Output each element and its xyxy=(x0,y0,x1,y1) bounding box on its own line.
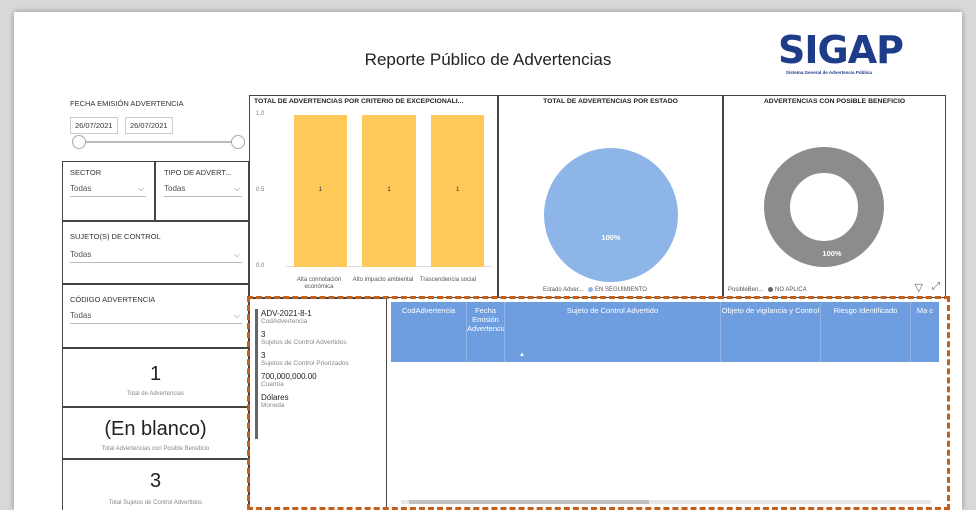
fecha-desde-input[interactable]: 26/07/2021 xyxy=(70,117,118,134)
legend-title: PosibleBen... xyxy=(728,287,764,294)
x-tick-label: Alta connotación económica xyxy=(296,277,342,290)
chart-title: TOTAL DE ADVERTENCIAS POR CRITERIO DE EX… xyxy=(254,98,464,105)
bar-data-label: 1 xyxy=(318,186,323,194)
x-tick-label: Alto impacto ambiental xyxy=(352,277,414,283)
highlight-frame xyxy=(247,296,950,510)
sujetos-label: SUJETO(S) DE CONTROL xyxy=(70,232,161,241)
report-canvas: Reporte Público de Advertencias SIGAP Si… xyxy=(14,12,962,510)
kpi-value: 3 xyxy=(149,470,162,492)
sujetos-value: Todas xyxy=(70,250,92,259)
pie-chart-estado[interactable]: TOTAL DE ADVERTENCIAS POR ESTADO 100% Es… xyxy=(498,95,723,298)
chart-title: ADVERTENCIAS CON POSIBLE BENEFICIO xyxy=(763,98,906,105)
kpi-label: Total Advertencias con Posible Beneficio xyxy=(101,446,210,452)
date-range-handle-end[interactable] xyxy=(231,135,245,149)
codigo-dropdown[interactable]: Todas ⌵ xyxy=(70,311,242,324)
bar-plot-area: 1 1 1 xyxy=(286,115,492,267)
fecha-label: FECHA EMISIÓN ADVERTENCIA xyxy=(70,99,184,108)
donut-legend: PosibleBen... NO APLICA xyxy=(728,287,807,293)
kpi-label: Total Sujetos de Control Advertidos xyxy=(108,500,203,506)
sector-value: Todas xyxy=(70,184,92,193)
sector-slicer: SECTOR Todas ⌵ xyxy=(62,161,155,221)
pie-svg: 100% xyxy=(544,148,678,282)
y-tick-label: 0.5 xyxy=(256,187,265,193)
legend-item[interactable]: EN SEGUIMIENTO xyxy=(595,287,647,293)
kpi-label: Total de Advertencias xyxy=(126,391,185,397)
sector-dropdown[interactable]: Todas ⌵ xyxy=(70,184,146,197)
codigo-slicer: CÓDIGO ADVERTENCIA Todas ⌵ xyxy=(62,284,249,348)
bar-data-label: 1 xyxy=(387,186,391,194)
date-range-handle-start[interactable] xyxy=(72,135,86,149)
kpi-posible-beneficio: (En blanco) Total Advertencias con Posib… xyxy=(62,407,249,459)
legend-dot xyxy=(588,287,594,292)
fecha-slicer: FECHA EMISIÓN ADVERTENCIA 26/07/2021 26/… xyxy=(62,95,249,161)
tipo-label: TIPO DE ADVERT... xyxy=(164,168,232,177)
kpi-value: 1 xyxy=(149,363,162,385)
pie-slice-en-seguimiento[interactable] xyxy=(544,148,678,282)
date-range-track xyxy=(78,141,239,143)
logo-text: SIGAP xyxy=(778,28,904,72)
sujetos-slicer: SUJETO(S) DE CONTROL Todas ⌵ xyxy=(62,221,249,284)
donut-chart-beneficio[interactable]: ADVERTENCIAS CON POSIBLE BENEFICIO 100% … xyxy=(723,95,946,298)
bar-chart-criterio[interactable]: TOTAL DE ADVERTENCIAS POR CRITERIO DE EX… xyxy=(249,95,498,298)
kpi-total-advertencias: 1 Total de Advertencias xyxy=(62,348,249,407)
y-tick-label: 0.0 xyxy=(256,263,265,269)
donut-slice-no-aplica[interactable] xyxy=(764,147,884,267)
chevron-down-icon: ⌵ xyxy=(137,184,144,193)
donut-data-label: 100% xyxy=(822,249,842,258)
chart-title: TOTAL DE ADVERTENCIAS POR ESTADO xyxy=(543,98,678,105)
sigap-logo: SIGAP Sistema General de Advertencia Púb… xyxy=(778,28,904,88)
focus-mode-icon[interactable]: ⤢ xyxy=(932,281,940,292)
pie-legend: Estado Adver... EN SEGUIMIENTO xyxy=(543,287,647,293)
sujetos-dropdown[interactable]: Todas ⌵ xyxy=(70,250,242,263)
fecha-hasta-input[interactable]: 26/07/2021 xyxy=(125,117,173,134)
y-tick-label: 1.0 xyxy=(256,111,265,117)
sector-label: SECTOR xyxy=(70,168,102,177)
pie-data-label: 100% xyxy=(601,233,621,242)
bar-data-label: 1 xyxy=(455,186,460,194)
tipo-slicer: TIPO DE ADVERT... Todas ⌵ xyxy=(155,161,249,221)
filter-icon[interactable]: ▽ xyxy=(915,281,923,294)
x-tick-label: Trascendencia social xyxy=(419,277,477,283)
kpi-sujetos-advertidos: 3 Total Sujetos de Control Advertidos xyxy=(62,459,249,510)
chevron-down-icon: ⌵ xyxy=(233,250,240,259)
legend-dot xyxy=(768,287,774,292)
kpi-value: (En blanco) xyxy=(104,418,207,440)
codigo-label: CÓDIGO ADVERTENCIA xyxy=(70,295,156,304)
chevron-down-icon: ⌵ xyxy=(233,184,240,193)
donut-svg: 100% xyxy=(764,147,884,267)
tipo-dropdown[interactable]: Todas ⌵ xyxy=(164,184,242,197)
chevron-down-icon: ⌵ xyxy=(233,311,240,320)
legend-title: Estado Adver... xyxy=(543,287,584,294)
tipo-value: Todas xyxy=(164,184,186,193)
codigo-value: Todas xyxy=(70,311,92,320)
legend-item[interactable]: NO APLICA xyxy=(775,287,807,293)
